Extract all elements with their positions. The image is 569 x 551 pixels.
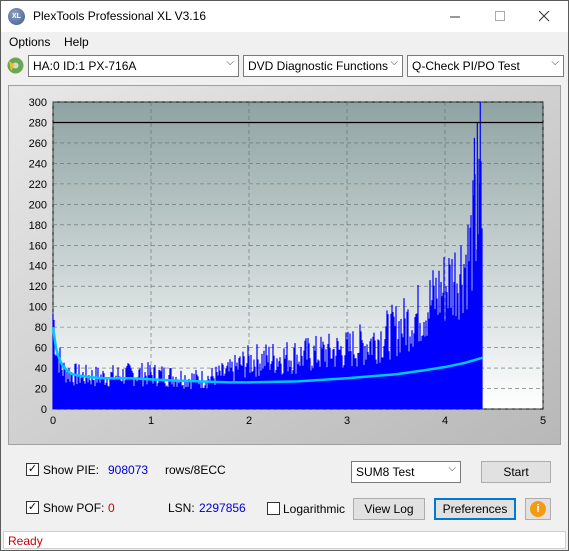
y-tick-label: 60 bbox=[35, 343, 47, 355]
control-panel: ✓ Show PIE: 908073 rows/8ECC SUM8 Test ⌵… bbox=[15, 454, 556, 524]
pie-value: 908073 bbox=[108, 463, 149, 477]
drive-select-value: HA:0 ID:1 PX-716A bbox=[33, 59, 137, 73]
drive-select[interactable]: HA:0 ID:1 PX-716A ⌵ bbox=[28, 55, 239, 77]
test-select[interactable]: Q-Check PI/PO Test ⌵ bbox=[407, 55, 564, 77]
view-log-button[interactable]: View Log bbox=[353, 498, 425, 520]
y-tick-label: 20 bbox=[35, 384, 47, 396]
logarithmic-checkbox[interactable] bbox=[267, 502, 280, 515]
test-select-value: Q-Check PI/PO Test bbox=[412, 59, 520, 73]
chevron-down-icon: ⌵ bbox=[448, 463, 456, 474]
menu-help[interactable]: Help bbox=[64, 35, 89, 49]
close-button[interactable] bbox=[522, 1, 567, 31]
start-button-label: Start bbox=[503, 465, 529, 479]
function-select-value: DVD Diagnostic Functions bbox=[248, 59, 389, 73]
chart-canvas: 0204060801001201401601802002202402602803… bbox=[9, 86, 560, 444]
lsn-label: LSN: bbox=[168, 501, 195, 515]
y-tick-label: 0 bbox=[41, 404, 47, 416]
status-bar: Ready bbox=[3, 531, 566, 549]
toolbar: HA:0 ID:1 PX-716A ⌵ DVD Diagnostic Funct… bbox=[1, 53, 568, 79]
y-tick-label: 200 bbox=[29, 199, 47, 211]
y-tick-label: 120 bbox=[29, 281, 47, 293]
show-pof-label: Show POF: bbox=[43, 501, 105, 515]
lsn-value: 2297856 bbox=[199, 501, 246, 515]
y-tick-label: 80 bbox=[35, 322, 47, 334]
chevron-down-icon: ⌵ bbox=[390, 57, 398, 68]
y-tick-label: 220 bbox=[29, 179, 47, 191]
info-button[interactable]: i bbox=[525, 498, 551, 520]
y-tick-label: 180 bbox=[29, 220, 47, 232]
minimize-icon bbox=[450, 16, 460, 17]
logarithmic-label: Logarithmic bbox=[283, 502, 346, 516]
show-pie-checkbox[interactable]: ✓ bbox=[26, 463, 39, 476]
menu-options[interactable]: Options bbox=[9, 35, 50, 49]
sum8-select-value: SUM8 Test bbox=[356, 465, 415, 479]
window-title: PlexTools Professional XL V3.16 bbox=[33, 9, 206, 23]
pi-po-chart: 0 20 40 60 80 100 120 140 160 180 200 220 240 260 280 3… bbox=[8, 85, 561, 445]
x-tick-label: 1 bbox=[148, 415, 154, 427]
status-text: Ready bbox=[8, 534, 43, 548]
y-tick-label: 240 bbox=[29, 158, 47, 170]
pof-value: 0 bbox=[108, 501, 115, 515]
rows-label: rows/8ECC bbox=[165, 463, 226, 477]
y-tick-label: 280 bbox=[29, 117, 47, 129]
menu-bar: Options Help bbox=[1, 32, 568, 52]
x-tick-label: 5 bbox=[540, 415, 546, 427]
show-pie-label: Show PIE: bbox=[43, 463, 100, 477]
preferences-button-label: Preferences bbox=[442, 502, 508, 516]
sum8-select[interactable]: SUM8 Test ⌵ bbox=[351, 461, 461, 483]
show-pof-checkbox[interactable]: ✓ bbox=[26, 501, 39, 514]
view-log-button-label: View Log bbox=[364, 502, 414, 516]
x-tick-label: 4 bbox=[442, 415, 448, 427]
preferences-button[interactable]: Preferences bbox=[434, 498, 516, 520]
x-tick-label: 3 bbox=[344, 415, 350, 427]
y-tick-label: 260 bbox=[29, 138, 47, 150]
chevron-down-icon: ⌵ bbox=[551, 57, 559, 68]
close-icon bbox=[539, 10, 550, 21]
y-tick-label: 140 bbox=[29, 261, 47, 273]
minimize-button[interactable] bbox=[433, 1, 478, 31]
chevron-down-icon: ⌵ bbox=[226, 57, 234, 68]
y-tick-label: 100 bbox=[29, 302, 47, 314]
y-tick-label: 160 bbox=[29, 240, 47, 252]
title-bar[interactable]: XL PlexTools Professional XL V3.16 bbox=[1, 1, 568, 32]
app-logo-icon: XL bbox=[8, 8, 25, 25]
y-tick-label: 300 bbox=[29, 97, 47, 109]
start-button[interactable]: Start bbox=[481, 461, 551, 483]
x-tick-label: 2 bbox=[246, 415, 252, 427]
app-window: XL PlexTools Professional XL V3.16 Optio… bbox=[0, 0, 569, 551]
y-tick-label: 40 bbox=[35, 363, 47, 375]
maximize-icon bbox=[495, 10, 505, 21]
function-select[interactable]: DVD Diagnostic Functions ⌵ bbox=[243, 55, 403, 77]
maximize-button[interactable] bbox=[478, 1, 523, 31]
drive-status-icon bbox=[7, 57, 24, 74]
x-tick-label: 0 bbox=[50, 415, 56, 427]
info-icon: i bbox=[530, 501, 546, 517]
